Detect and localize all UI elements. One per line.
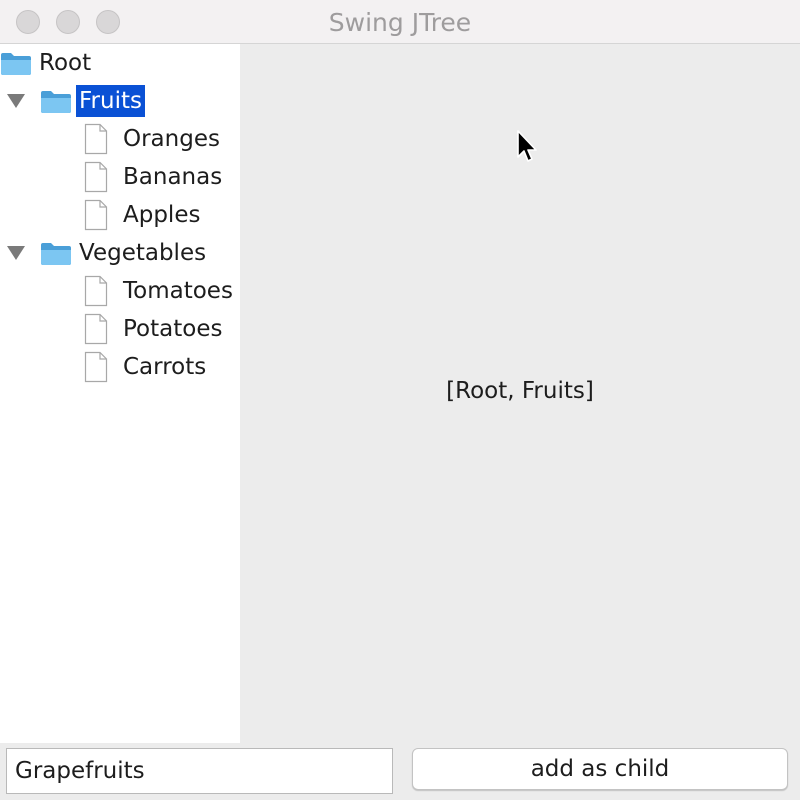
tree-node-label: Carrots (123, 354, 207, 380)
tree-leaf-potatoes[interactable]: Potatoes (84, 310, 225, 348)
file-icon (84, 275, 108, 307)
tree-leaf-oranges[interactable]: Oranges (84, 120, 223, 158)
tree-node-fruits[interactable]: Fruits (40, 82, 145, 120)
file-icon (84, 161, 108, 193)
triangle-down-icon (7, 246, 25, 260)
tree-node-label: Potatoes (123, 316, 223, 342)
tree-leaf-carrots[interactable]: Carrots (84, 348, 209, 386)
triangle-down-icon (7, 94, 25, 108)
expand-toggle-fruits[interactable] (7, 94, 25, 108)
new-node-name-input[interactable] (6, 748, 393, 794)
tree-node-root[interactable]: Root (0, 44, 94, 82)
add-as-child-button[interactable]: add as child (412, 748, 788, 790)
tree-node-vegetables[interactable]: Vegetables (40, 234, 209, 272)
tree-node-label: Oranges (123, 126, 220, 152)
folder-icon (41, 243, 71, 265)
selection-path-label: [Root, Fruits] (446, 378, 594, 404)
tree-node-label: Root (39, 50, 92, 76)
tree-leaf-apples[interactable]: Apples (84, 196, 203, 234)
expand-toggle-vegetables[interactable] (7, 246, 25, 260)
file-icon (84, 199, 108, 231)
tree-leaf-tomatoes[interactable]: Tomatoes (84, 272, 236, 310)
tree-panel[interactable]: Root Fruits Oranges Bananas Apples Veget… (0, 44, 240, 743)
tree-node-label: Apples (123, 202, 201, 228)
title-bar: Swing JTree (0, 0, 800, 44)
tree-node-label: Bananas (123, 164, 223, 190)
file-icon (84, 123, 108, 155)
tree-leaf-bananas[interactable]: Bananas (84, 158, 225, 196)
folder-icon (41, 91, 71, 113)
file-icon (84, 313, 108, 345)
mouse-pointer-icon (517, 130, 537, 162)
window-title: Swing JTree (328, 8, 472, 37)
tree-node-label: Tomatoes (123, 278, 233, 304)
folder-icon (1, 53, 31, 75)
tree-node-label: Fruits (76, 85, 145, 117)
file-icon (84, 351, 108, 383)
detail-panel: [Root, Fruits] (240, 44, 800, 743)
tree-node-label: Vegetables (79, 240, 207, 266)
